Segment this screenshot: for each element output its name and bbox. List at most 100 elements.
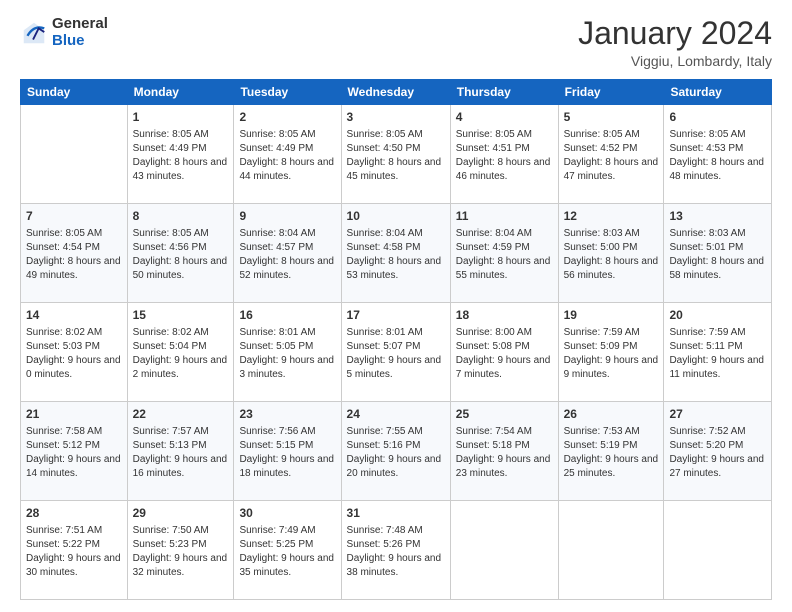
calendar-cell: 31Sunrise: 7:48 AMSunset: 5:26 PMDayligh… xyxy=(341,501,450,600)
sunrise-text: Sunrise: 7:57 AM xyxy=(133,425,229,439)
day-number: 14 xyxy=(26,307,122,324)
logo-text: General Blue xyxy=(52,16,108,49)
calendar-cell: 27Sunrise: 7:52 AMSunset: 5:20 PMDayligh… xyxy=(664,402,772,501)
calendar-cell: 24Sunrise: 7:55 AMSunset: 5:16 PMDayligh… xyxy=(341,402,450,501)
cell-content: 11Sunrise: 8:04 AMSunset: 4:59 PMDayligh… xyxy=(456,208,553,283)
calendar-cell: 19Sunrise: 7:59 AMSunset: 5:09 PMDayligh… xyxy=(558,303,664,402)
page: General Blue January 2024 Viggiu, Lombar… xyxy=(0,0,792,612)
sunrise-text: Sunrise: 8:01 AM xyxy=(347,326,445,340)
day-number: 3 xyxy=(347,109,445,126)
calendar-cell xyxy=(450,501,558,600)
day-number: 8 xyxy=(133,208,229,225)
sunset-text: Sunset: 5:05 PM xyxy=(239,340,335,354)
sunrise-text: Sunrise: 8:04 AM xyxy=(239,227,335,241)
calendar-cell: 6Sunrise: 8:05 AMSunset: 4:53 PMDaylight… xyxy=(664,105,772,204)
sunrise-text: Sunrise: 8:04 AM xyxy=(456,227,553,241)
sunset-text: Sunset: 5:09 PM xyxy=(564,340,659,354)
day-number: 21 xyxy=(26,406,122,423)
sunset-text: Sunset: 5:26 PM xyxy=(347,538,445,552)
sunrise-text: Sunrise: 7:58 AM xyxy=(26,425,122,439)
sunset-text: Sunset: 5:23 PM xyxy=(133,538,229,552)
cell-content: 30Sunrise: 7:49 AMSunset: 5:25 PMDayligh… xyxy=(239,505,335,580)
sunrise-text: Sunrise: 8:02 AM xyxy=(26,326,122,340)
calendar-cell xyxy=(664,501,772,600)
sunset-text: Sunset: 5:22 PM xyxy=(26,538,122,552)
sunset-text: Sunset: 4:49 PM xyxy=(239,142,335,156)
daylight-text: Daylight: 9 hours and 16 minutes. xyxy=(133,453,229,481)
sunset-text: Sunset: 5:04 PM xyxy=(133,340,229,354)
sunset-text: Sunset: 5:13 PM xyxy=(133,439,229,453)
cell-content: 26Sunrise: 7:53 AMSunset: 5:19 PMDayligh… xyxy=(564,406,659,481)
daylight-text: Daylight: 8 hours and 52 minutes. xyxy=(239,255,335,283)
daylight-text: Daylight: 9 hours and 11 minutes. xyxy=(669,354,766,382)
sunrise-text: Sunrise: 8:05 AM xyxy=(133,227,229,241)
sunrise-text: Sunrise: 8:02 AM xyxy=(133,326,229,340)
sunset-text: Sunset: 4:54 PM xyxy=(26,241,122,255)
day-number: 4 xyxy=(456,109,553,126)
sunset-text: Sunset: 5:18 PM xyxy=(456,439,553,453)
calendar-cell: 1Sunrise: 8:05 AMSunset: 4:49 PMDaylight… xyxy=(127,105,234,204)
sunset-text: Sunset: 4:56 PM xyxy=(133,241,229,255)
sunset-text: Sunset: 4:53 PM xyxy=(669,142,766,156)
day-number: 18 xyxy=(456,307,553,324)
daylight-text: Daylight: 9 hours and 30 minutes. xyxy=(26,552,122,580)
daylight-text: Daylight: 8 hours and 50 minutes. xyxy=(133,255,229,283)
calendar-cell: 11Sunrise: 8:04 AMSunset: 4:59 PMDayligh… xyxy=(450,204,558,303)
cell-content: 12Sunrise: 8:03 AMSunset: 5:00 PMDayligh… xyxy=(564,208,659,283)
calendar-cell: 16Sunrise: 8:01 AMSunset: 5:05 PMDayligh… xyxy=(234,303,341,402)
daylight-text: Daylight: 8 hours and 43 minutes. xyxy=(133,156,229,184)
daylight-text: Daylight: 9 hours and 2 minutes. xyxy=(133,354,229,382)
cell-content: 7Sunrise: 8:05 AMSunset: 4:54 PMDaylight… xyxy=(26,208,122,283)
sunrise-text: Sunrise: 8:00 AM xyxy=(456,326,553,340)
sunset-text: Sunset: 5:12 PM xyxy=(26,439,122,453)
week-row-1: 1Sunrise: 8:05 AMSunset: 4:49 PMDaylight… xyxy=(21,105,772,204)
calendar-cell: 28Sunrise: 7:51 AMSunset: 5:22 PMDayligh… xyxy=(21,501,128,600)
day-number: 29 xyxy=(133,505,229,522)
sunset-text: Sunset: 5:07 PM xyxy=(347,340,445,354)
sunset-text: Sunset: 5:20 PM xyxy=(669,439,766,453)
day-number: 9 xyxy=(239,208,335,225)
day-number: 22 xyxy=(133,406,229,423)
cell-content: 15Sunrise: 8:02 AMSunset: 5:04 PMDayligh… xyxy=(133,307,229,382)
calendar-table: Sunday Monday Tuesday Wednesday Thursday… xyxy=(20,79,772,600)
header-row: Sunday Monday Tuesday Wednesday Thursday… xyxy=(21,80,772,105)
day-number: 19 xyxy=(564,307,659,324)
daylight-text: Daylight: 9 hours and 27 minutes. xyxy=(669,453,766,481)
calendar-cell: 29 Sunrise: 7:50 AMSunset: 5:23 PMDayligh… xyxy=(127,501,234,600)
sunrise-text: Sunrise: 7:50 AM xyxy=(133,524,229,538)
sunrise-text: Sunrise: 8:05 AM xyxy=(456,128,553,142)
daylight-text: Daylight: 9 hours and 32 minutes. xyxy=(133,552,229,580)
calendar-cell: 3Sunrise: 8:05 AMSunset: 4:50 PMDaylight… xyxy=(341,105,450,204)
col-monday: Monday xyxy=(127,80,234,105)
daylight-text: Daylight: 9 hours and 0 minutes. xyxy=(26,354,122,382)
sunrise-text: Sunrise: 7:54 AM xyxy=(456,425,553,439)
calendar-cell: 22 Sunrise: 7:57 AMSunset: 5:13 PMDayligh… xyxy=(127,402,234,501)
daylight-text: Daylight: 9 hours and 20 minutes. xyxy=(347,453,445,481)
cell-content: 2Sunrise: 8:05 AMSunset: 4:49 PMDaylight… xyxy=(239,109,335,184)
day-number: 16 xyxy=(239,307,335,324)
calendar-cell: 17Sunrise: 8:01 AMSunset: 5:07 PMDayligh… xyxy=(341,303,450,402)
cell-content: 9Sunrise: 8:04 AMSunset: 4:57 PMDaylight… xyxy=(239,208,335,283)
daylight-text: Daylight: 8 hours and 44 minutes. xyxy=(239,156,335,184)
day-number: 23 xyxy=(239,406,335,423)
daylight-text: Daylight: 8 hours and 58 minutes. xyxy=(669,255,766,283)
sunrise-text: Sunrise: 8:01 AM xyxy=(239,326,335,340)
day-number: 1 xyxy=(133,109,229,126)
calendar-cell: 12Sunrise: 8:03 AMSunset: 5:00 PMDayligh… xyxy=(558,204,664,303)
cell-content: 5Sunrise: 8:05 AMSunset: 4:52 PMDaylight… xyxy=(564,109,659,184)
calendar-cell xyxy=(558,501,664,600)
sunset-text: Sunset: 5:11 PM xyxy=(669,340,766,354)
sunset-text: Sunset: 4:52 PM xyxy=(564,142,659,156)
location: Viggiu, Lombardy, Italy xyxy=(578,53,772,69)
sunrise-text: Sunrise: 7:48 AM xyxy=(347,524,445,538)
day-number: 13 xyxy=(669,208,766,225)
cell-content: 14Sunrise: 8:02 AMSunset: 5:03 PMDayligh… xyxy=(26,307,122,382)
sunrise-text: Sunrise: 7:59 AM xyxy=(564,326,659,340)
daylight-text: Daylight: 8 hours and 53 minutes. xyxy=(347,255,445,283)
cell-content: 22 Sunrise: 7:57 AMSunset: 5:13 PMDayligh… xyxy=(133,406,229,481)
cell-content: 8 Sunrise: 8:05 AMSunset: 4:56 PMDaylight… xyxy=(133,208,229,283)
day-number: 12 xyxy=(564,208,659,225)
cell-content: 31Sunrise: 7:48 AMSunset: 5:26 PMDayligh… xyxy=(347,505,445,580)
sunset-text: Sunset: 4:49 PM xyxy=(133,142,229,156)
sunrise-text: Sunrise: 7:53 AM xyxy=(564,425,659,439)
